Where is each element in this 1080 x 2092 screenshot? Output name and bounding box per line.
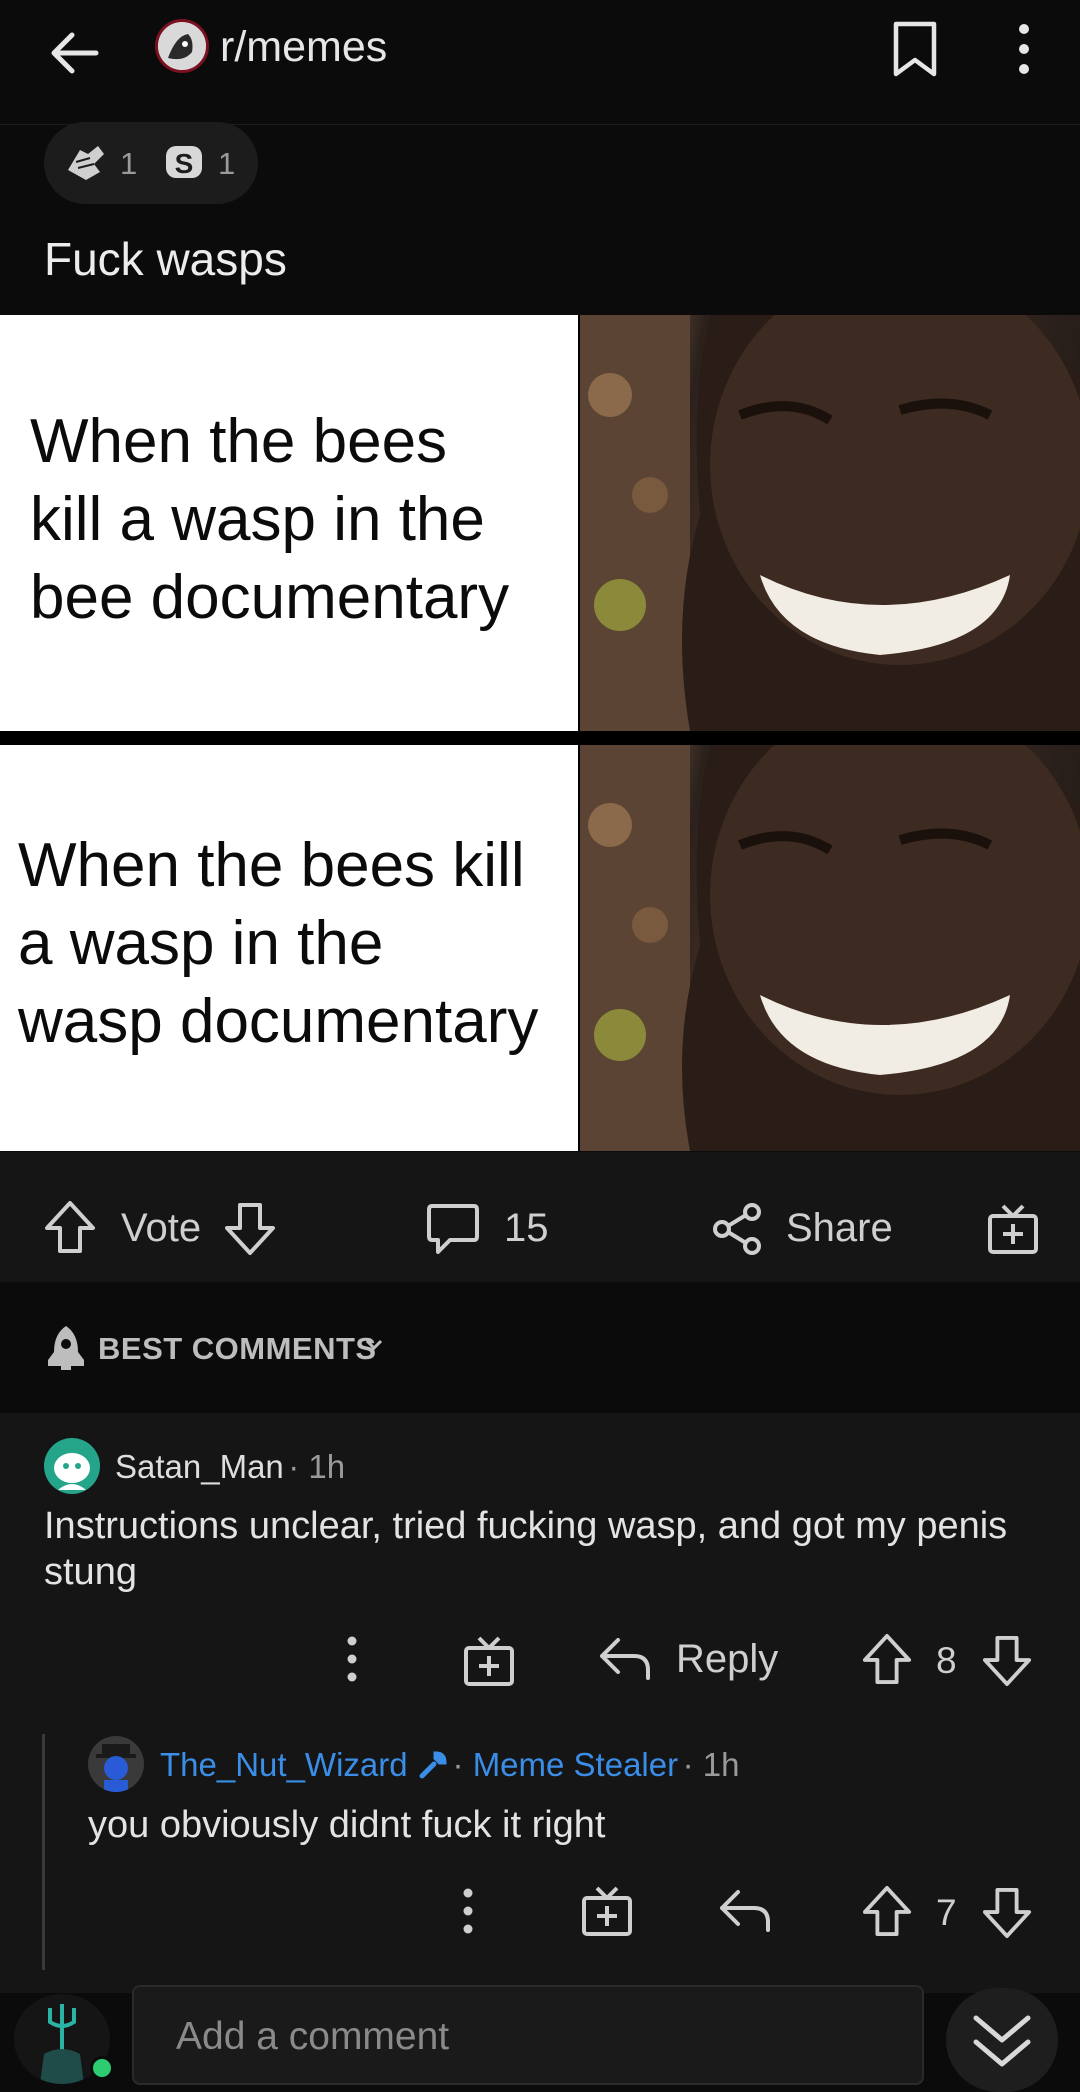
comment-more-icon[interactable] [342,1634,362,1684]
comment-header: Satan_Man · 1h [115,1448,345,1486]
reply-icon[interactable] [598,1636,652,1682]
comment-time: 1h [308,1448,346,1485]
reply-icon[interactable] [718,1888,772,1934]
comment-username[interactable]: The_Nut_Wizard [160,1746,408,1783]
collapse-button[interactable] [946,1988,1058,2092]
separator-dot: · [682,1746,703,1783]
award-gift-icon[interactable] [462,1634,516,1688]
downvote-icon[interactable] [982,1634,1032,1688]
comments-list [0,1413,1080,1993]
upvote-icon[interactable] [862,1632,912,1686]
post-title: Fuck wasps [44,233,287,285]
svg-text:S: S [175,148,194,179]
comment-body: you obviously didnt fuck it right [88,1804,606,1846]
comment-score: 7 [936,1892,957,1933]
rocket-icon [44,1324,88,1370]
share-label[interactable]: Share [786,1206,893,1251]
award-gift-icon[interactable] [580,1884,634,1938]
online-status-dot [90,2056,114,2080]
meme-caption-bottom: When the bees kill a wasp in the wasp do… [18,831,539,1056]
meme-text-panel-bottom: When the bees kill a wasp in the wasp do… [0,745,578,1151]
comment-icon[interactable] [426,1202,480,1256]
mod-wrench-icon [418,1750,448,1780]
separator-dot: · [452,1746,473,1783]
comment-more-icon[interactable] [458,1886,478,1936]
comment-time: 1h [702,1746,740,1783]
bookmark-icon[interactable] [886,20,944,78]
meme-photo-bottom [580,745,1080,1151]
upvote-icon[interactable] [44,1200,96,1254]
comment-body: Instructions unclear, tried fucking wasp… [44,1505,1008,1593]
comment-username[interactable]: Satan_Man [115,1448,284,1485]
vote-label: Vote [121,1206,202,1250]
coin-award-icon: S [162,140,206,184]
reply-button[interactable]: Reply [676,1637,778,1682]
downvote-icon[interactable] [982,1886,1032,1940]
award-count: 1 [120,146,138,181]
comment-count[interactable]: 15 [504,1206,549,1251]
back-arrow-icon[interactable] [44,20,110,86]
meme-caption-top: When the bees kill a wasp in the bee doc… [30,407,510,632]
user-flair: Meme Stealer [472,1746,679,1783]
more-options-icon[interactable] [1000,20,1048,78]
subreddit-name[interactable]: r/memes [220,20,387,74]
share-icon[interactable] [710,1202,764,1256]
award-count: 1 [218,146,236,181]
meme-text-panel-top: When the bees kill a wasp in the bee doc… [0,315,578,731]
thread-line[interactable] [42,1734,45,1970]
add-comment-placeholder: Add a comment [176,2015,450,2058]
hands-award-icon [64,140,108,184]
downvote-icon[interactable] [224,1202,276,1256]
sort-label[interactable]: BEST COMMENTS [98,1331,377,1367]
subreddit-avatar[interactable] [155,19,209,73]
separator-dot: · [288,1448,309,1485]
chevron-down-icon[interactable] [364,1337,384,1353]
comment-score: 8 [936,1640,957,1681]
avatar[interactable] [88,1736,144,1792]
meme-photo-top [580,315,1080,731]
avatar[interactable] [44,1438,100,1494]
meme-divider [0,731,1080,745]
comment-header: The_Nut_Wizard · Meme Stealer · 1h [160,1746,739,1784]
upvote-icon[interactable] [862,1884,912,1938]
award-gift-icon[interactable] [986,1202,1040,1256]
